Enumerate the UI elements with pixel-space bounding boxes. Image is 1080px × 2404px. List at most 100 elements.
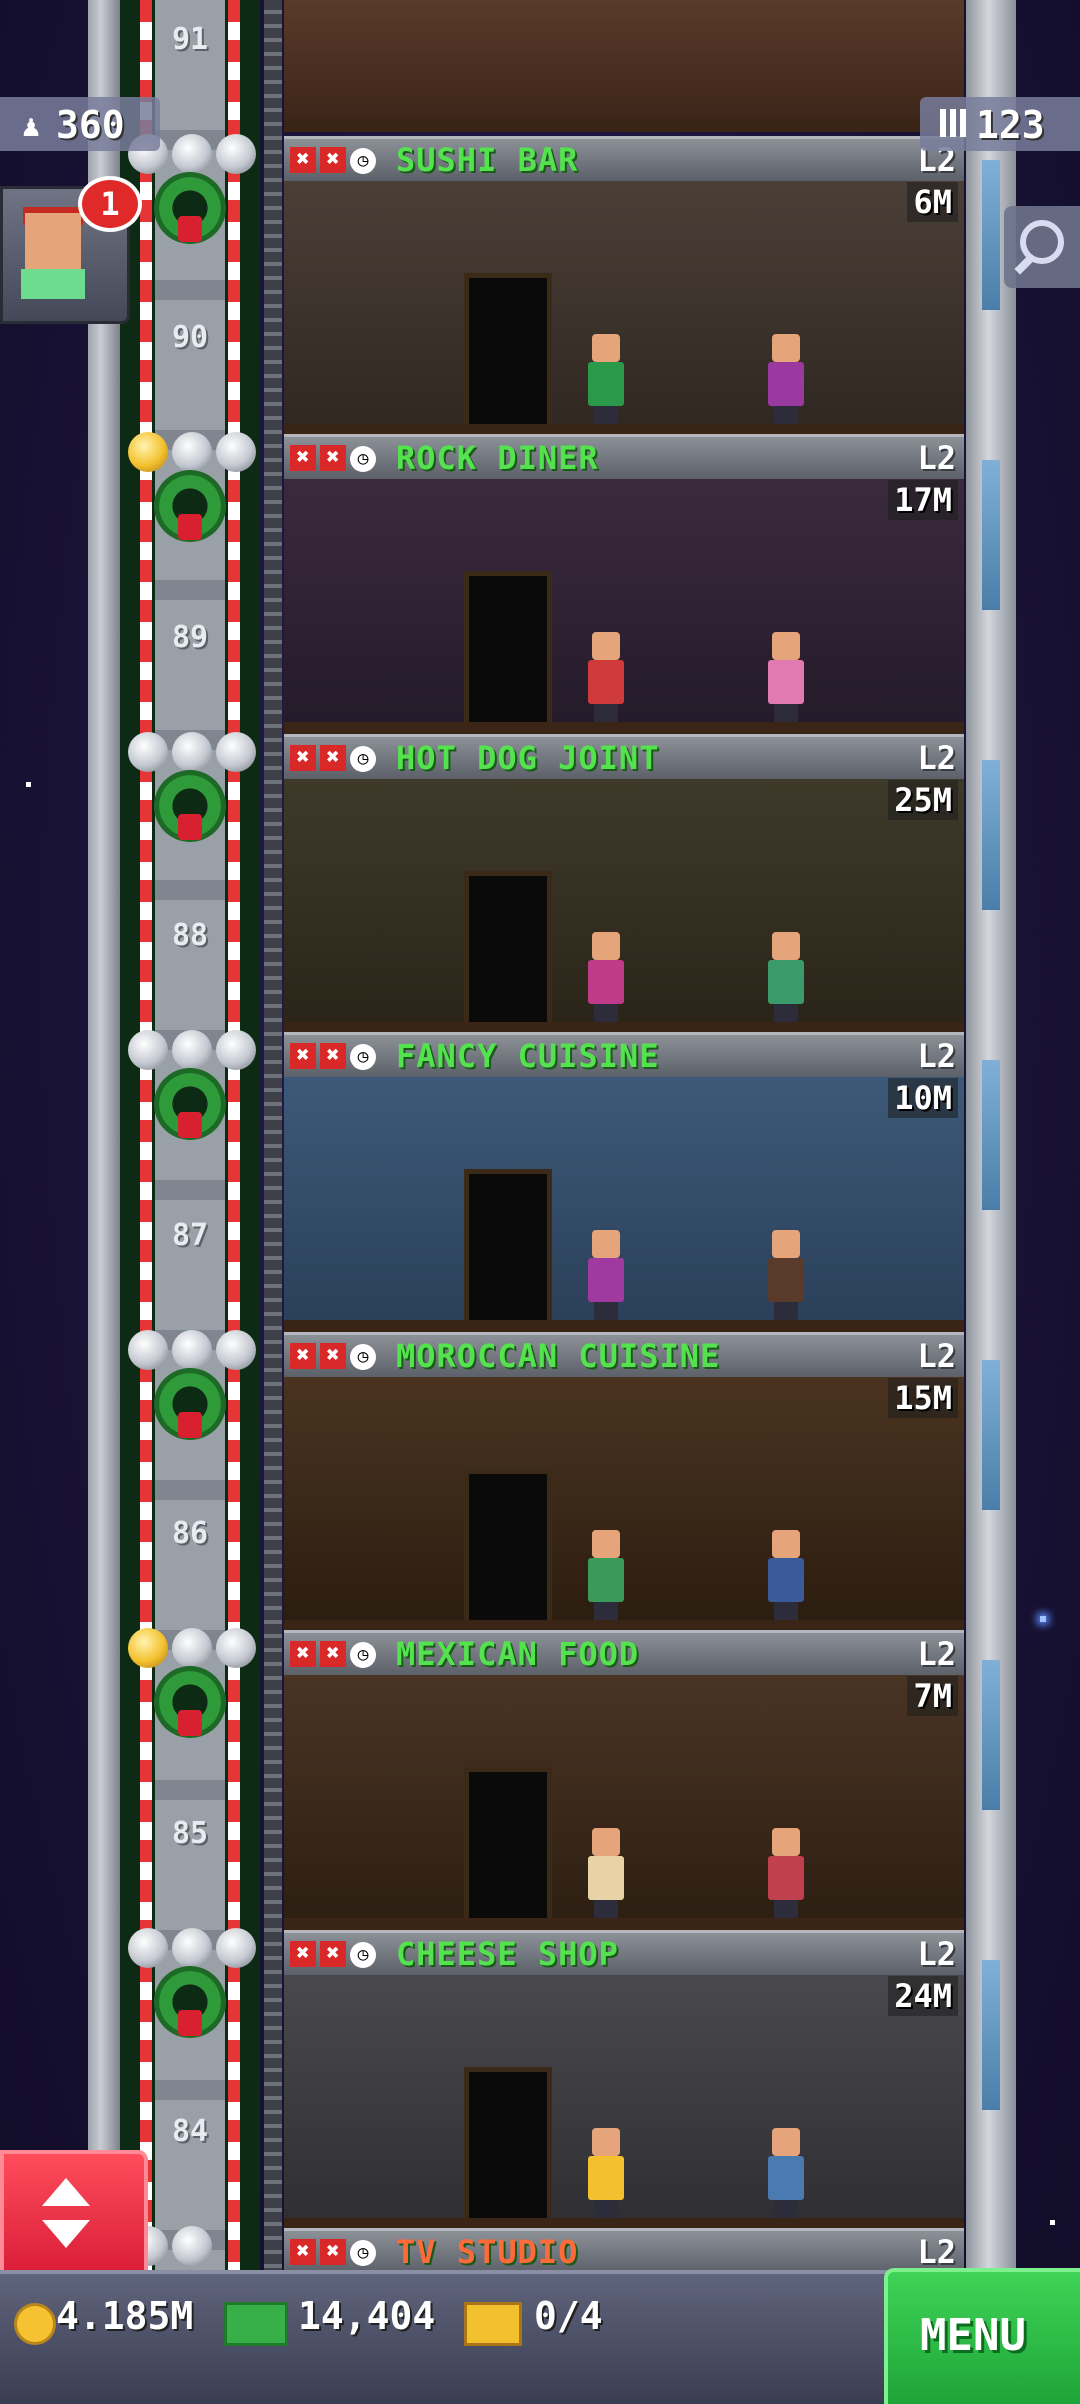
floor-banner[interactable]: ✖ ✖ ◷ SUSHI BAR L2: [284, 136, 964, 181]
tickets-value[interactable]: 0/4: [534, 2294, 603, 2338]
elevator-door: [464, 571, 552, 736]
search-button[interactable]: [1004, 206, 1080, 288]
x-icon: ✖: [320, 745, 346, 771]
floor-counter[interactable]: 123: [920, 97, 1080, 151]
bitizen[interactable]: [764, 932, 808, 1022]
floor-name: TV STUDIO: [396, 2233, 579, 2271]
floor-count-value: 123: [976, 103, 1045, 147]
bitizen[interactable]: [584, 1230, 628, 1320]
bitizen-head: [772, 2128, 800, 2156]
room-interior[interactable]: [284, 1672, 964, 1932]
floor-name: SUSHI BAR: [396, 141, 579, 179]
population-counter[interactable]: ♟ 360: [0, 97, 160, 151]
floor-banner[interactable]: ✖ ✖ ◷ FANCY CUISINE L2: [284, 1032, 964, 1077]
x-icon: ✖: [320, 1941, 346, 1967]
coins-value[interactable]: 4.185M: [56, 2294, 193, 2338]
bitizen-body: [768, 362, 804, 406]
floor-banner[interactable]: ✖ ✖ ◷ TV STUDIO L2: [284, 2228, 964, 2273]
bux-icon: [224, 2302, 288, 2346]
floor-number: 84: [171, 2114, 209, 2149]
bitizen-legs: [774, 1602, 798, 1620]
wreath-bow: [178, 814, 202, 840]
bitizen-head: [592, 334, 620, 362]
room-interior[interactable]: [284, 776, 964, 1036]
elevator-button[interactable]: [0, 2150, 148, 2282]
bitizen[interactable]: [764, 1230, 808, 1320]
wreath-icon: [148, 168, 232, 252]
wreath-bow: [178, 1412, 202, 1438]
bitizen[interactable]: [584, 1828, 628, 1918]
bitizen-legs: [594, 1900, 618, 1918]
bux-value[interactable]: 14,404: [298, 2294, 435, 2338]
background-star: [1050, 2220, 1055, 2225]
bitizen-head: [592, 1530, 620, 1558]
room-floor: [284, 118, 964, 132]
bitizen-body: [588, 1258, 624, 1302]
wreath-icon: [148, 1064, 232, 1148]
floor-banner[interactable]: ✖ ✖ ◷ HOT DOG JOINT L2: [284, 734, 964, 779]
floor-status: ✖ ✖ ◷: [290, 1941, 376, 1969]
floor-number: 85: [171, 1816, 209, 1851]
x-icon: ✖: [290, 2239, 316, 2265]
floor-level: L2: [917, 739, 956, 777]
bitizen[interactable]: [764, 2128, 808, 2218]
bitizen[interactable]: [584, 334, 628, 424]
floor-name: ROCK DINER: [396, 439, 599, 477]
bitizen-head: [592, 2128, 620, 2156]
up-arrow-icon: [42, 2178, 90, 2206]
avatar: [25, 213, 81, 269]
magnifier-handle: [1014, 253, 1036, 275]
floor-status: ✖ ✖ ◷: [290, 147, 376, 175]
bitizen-body: [768, 660, 804, 704]
bitizen-head: [772, 1230, 800, 1258]
floor-banner[interactable]: ✖ ✖ ◷ CHEESE SHOP L2: [284, 1930, 964, 1975]
floor-banner[interactable]: ✖ ✖ ◷ MEXICAN FOOD L2: [284, 1630, 964, 1675]
bitizen-legs: [594, 1004, 618, 1022]
bitizen[interactable]: [584, 632, 628, 722]
elevator-door: [464, 273, 552, 438]
restock-timer: 25M: [888, 780, 958, 820]
restock-timer: 6M: [907, 182, 958, 222]
bitizen-head: [772, 932, 800, 960]
bitizen[interactable]: [764, 1530, 808, 1620]
bitizen[interactable]: [584, 1530, 628, 1620]
bitizen-body: [768, 1558, 804, 1602]
floor-banner[interactable]: ✖ ✖ ◷ MOROCCAN CUISINE L2: [284, 1332, 964, 1377]
floor-name: MOROCCAN CUISINE: [396, 1337, 721, 1375]
floor-level: L2: [917, 1635, 956, 1673]
room-interior-partial[interactable]: [284, 0, 964, 132]
tower-window: [982, 1960, 1000, 2110]
room-interior[interactable]: [284, 178, 964, 438]
silver-star-icon: [172, 2226, 212, 2266]
room-interior[interactable]: [284, 1074, 964, 1334]
bitizen[interactable]: [764, 1828, 808, 1918]
room-interior[interactable]: [284, 476, 964, 736]
room-interior[interactable]: [284, 1972, 964, 2232]
room-interior[interactable]: [284, 1374, 964, 1634]
bitizen-head: [772, 1530, 800, 1558]
wreath-icon: [148, 1364, 232, 1448]
wreath-icon: [148, 766, 232, 850]
clock-icon: ◷: [350, 746, 376, 772]
bitizen-head: [592, 932, 620, 960]
x-icon: ✖: [290, 1641, 316, 1667]
bitizen[interactable]: [764, 334, 808, 424]
wreath-bow: [178, 1710, 202, 1736]
bitizen-legs: [594, 406, 618, 424]
menu-button[interactable]: MENU: [884, 2268, 1080, 2404]
restock-timer: 15M: [888, 1378, 958, 1418]
wreath-bow: [178, 216, 202, 242]
bitizen[interactable]: [584, 932, 628, 1022]
bitizen[interactable]: [764, 632, 808, 722]
x-icon: ✖: [320, 2239, 346, 2265]
floor-name: FANCY CUISINE: [396, 1037, 660, 1075]
bitizen-legs: [774, 1004, 798, 1022]
bitizen-head: [772, 632, 800, 660]
floor-banner[interactable]: ✖ ✖ ◷ ROCK DINER L2: [284, 434, 964, 479]
x-icon: ✖: [290, 1941, 316, 1967]
clock-icon: ◷: [350, 1044, 376, 1070]
bitizen-legs: [594, 1302, 618, 1320]
bitizen[interactable]: [584, 2128, 628, 2218]
floor-number: 87: [171, 1218, 209, 1253]
bitizen-legs: [774, 1900, 798, 1918]
